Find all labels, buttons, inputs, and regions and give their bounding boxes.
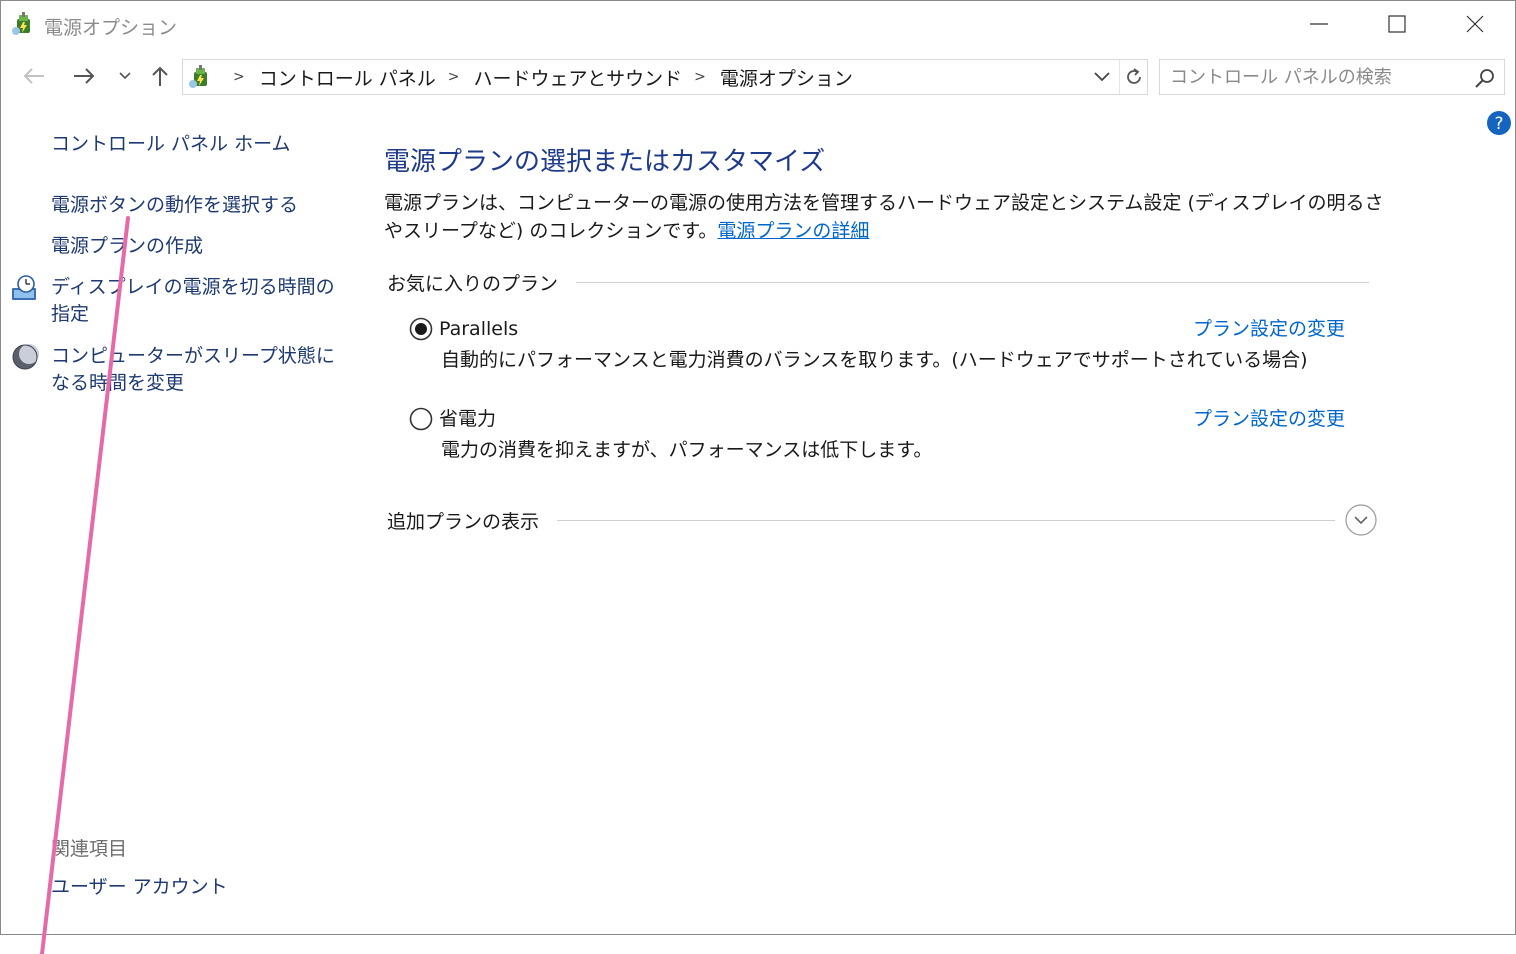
group-divider — [557, 519, 1335, 521]
breadcrumb: > コントロール パネル > ハードウェアとサウンド > 電源オプション — [221, 60, 853, 94]
show-additional-plans-header[interactable]: 追加プランの表示 — [387, 504, 1377, 536]
back-arrow-icon — [23, 68, 44, 84]
plan-parallels-name[interactable]: Parallels — [439, 315, 518, 343]
power-options-icon — [12, 12, 30, 35]
help-icon[interactable]: ? — [1486, 110, 1512, 136]
close-button[interactable] — [1437, 1, 1513, 47]
svg-text:?: ? — [1494, 114, 1503, 134]
breadcrumb-separator[interactable]: > — [694, 69, 706, 85]
chevron-down-icon — [1094, 72, 1110, 82]
favorite-plans-label: お気に入りのプラン — [387, 272, 559, 295]
recent-locations-button[interactable] — [113, 61, 137, 91]
plan-power-saver-radio[interactable] — [409, 407, 433, 431]
breadcrumb-separator[interactable]: > — [233, 69, 245, 85]
search-box[interactable] — [1159, 59, 1505, 95]
group-divider — [576, 281, 1369, 283]
search-icon[interactable] — [1474, 67, 1496, 89]
chevron-down-icon — [119, 72, 131, 80]
breadcrumb-power-options[interactable]: 電源オプション — [720, 64, 853, 91]
page-description: 電源プランは、コンピューターの電源の使用方法を管理するハードウェア設定とシステム… — [384, 189, 1384, 245]
maximize-button[interactable] — [1359, 1, 1435, 47]
moon-sleep-icon — [12, 344, 39, 370]
sidebar-item-power-button-action[interactable]: 電源ボタンの動作を選択する — [51, 192, 298, 219]
expand-chevron-icon[interactable] — [1345, 504, 1377, 536]
address-bar[interactable]: > コントロール パネル > ハードウェアとサウンド > 電源オプション — [182, 59, 1148, 95]
show-additional-plans-label[interactable]: 追加プランの表示 — [387, 507, 539, 534]
minimize-icon — [1310, 23, 1328, 25]
favorite-plans-header: お気に入りのプラン — [387, 267, 1369, 297]
power-options-icon — [189, 65, 207, 88]
plan-parallels-description: 自動的にパフォーマンスと電力消費のバランスを取ります。(ハードウェアでサポートさ… — [441, 349, 1308, 371]
plan-power-saver-description: 電力の消費を抑えますが、パフォーマンスは低下します。 — [441, 439, 933, 461]
breadcrumb-control-panel[interactable]: コントロール パネル — [259, 64, 436, 91]
sidebar-item-sleep-time[interactable]: コンピューターがスリープ状態になる時間を変更 — [51, 343, 341, 397]
back-button[interactable] — [19, 61, 49, 91]
forward-button[interactable] — [69, 61, 99, 91]
sidebar-item-user-accounts[interactable]: ユーザー アカウント — [51, 874, 228, 901]
up-button[interactable] — [145, 61, 175, 91]
plan-power-saver-name[interactable]: 省電力 — [439, 405, 496, 433]
sidebar-item-display-off-time[interactable]: ディスプレイの電源を切る時間の指定 — [51, 274, 341, 328]
description-text: 電源プランは、コンピューターの電源の使用方法を管理するハードウェア設定とシステム… — [384, 192, 1384, 242]
related-items-title: 関連項目 — [51, 838, 128, 860]
address-history-button[interactable] — [1089, 60, 1115, 94]
refresh-button[interactable] — [1119, 60, 1148, 94]
breadcrumb-hardware-sound[interactable]: ハードウェアとサウンド — [474, 64, 683, 91]
window-title: 電源オプション — [44, 17, 178, 39]
power-plan-details-link[interactable]: 電源プランの詳細 — [717, 220, 869, 242]
search-input[interactable] — [1160, 60, 1470, 94]
plan-parallels-change-settings-link[interactable]: プラン設定の変更 — [1193, 315, 1345, 343]
plan-parallels-radio[interactable] — [409, 317, 433, 341]
close-icon — [1466, 15, 1484, 33]
display-clock-icon — [12, 275, 36, 300]
power-options-window: 電源オプション > コントロール パネル > ハードウェアとサウンド > 電源オ… — [0, 0, 1516, 935]
minimize-button[interactable] — [1281, 1, 1357, 47]
navigation-bar: > コントロール パネル > ハードウェアとサウンド > 電源オプション — [1, 55, 1515, 97]
title-bar: 電源オプション — [1, 1, 1515, 47]
maximize-icon — [1388, 15, 1406, 33]
up-arrow-icon — [152, 66, 168, 86]
page-title: 電源プランの選択またはカスタマイズ — [384, 147, 826, 177]
refresh-icon — [1127, 68, 1141, 84]
plan-power-saver-change-settings-link[interactable]: プラン設定の変更 — [1193, 405, 1345, 433]
sidebar-item-create-plan[interactable]: 電源プランの作成 — [51, 233, 203, 260]
sidebar-item-control-panel-home[interactable]: コントロール パネル ホーム — [51, 131, 291, 158]
forward-arrow-icon — [74, 68, 95, 84]
breadcrumb-separator[interactable]: > — [448, 69, 460, 85]
